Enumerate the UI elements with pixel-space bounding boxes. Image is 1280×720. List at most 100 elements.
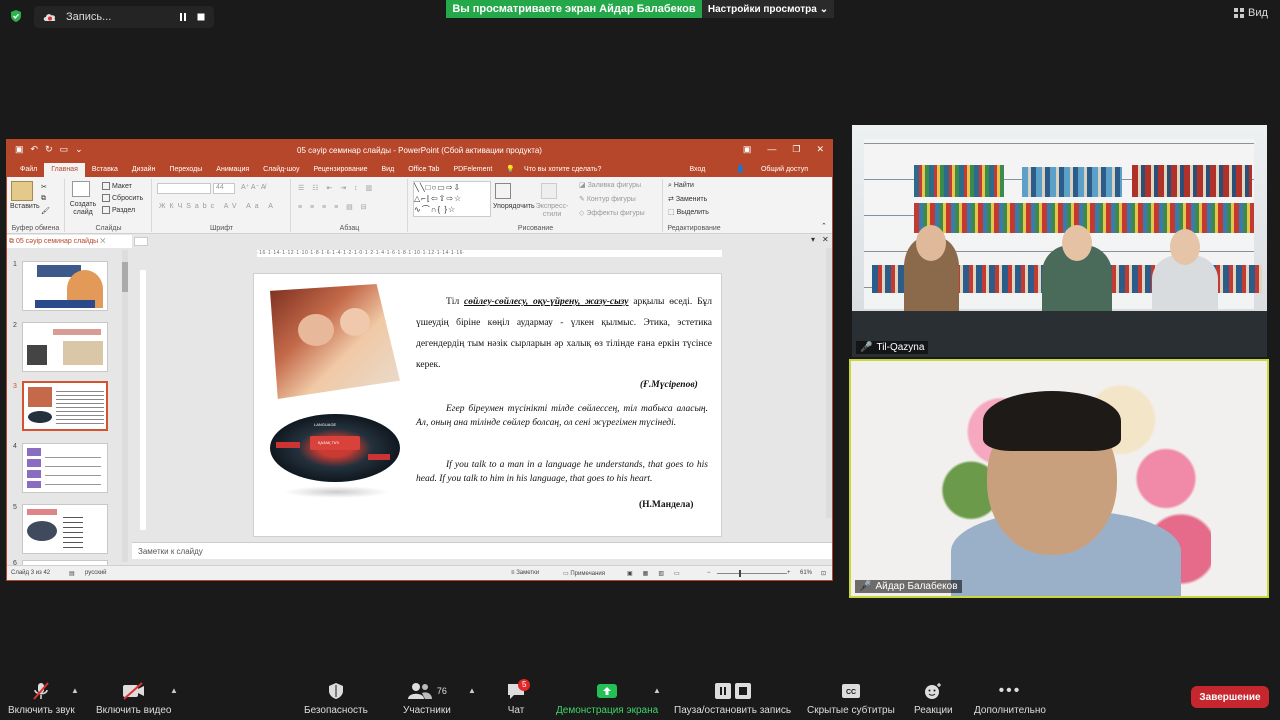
cut-icon[interactable]: ✂: [41, 183, 47, 191]
list-buttons[interactable]: ☰ ☷ ⇤ ⇥ ↕ ▥: [298, 184, 375, 192]
participant-tile-til-qazyna[interactable]: 🎤 Til-Qazyna: [852, 125, 1267, 357]
audio-options-caret-icon[interactable]: ▲: [71, 686, 79, 695]
zoom-slider-thumb[interactable]: [739, 570, 741, 577]
fit-to-window-icon[interactable]: ⊡: [821, 570, 826, 577]
reactions-button[interactable]: Реакции: [914, 680, 953, 716]
copy-icon[interactable]: ⧉: [41, 195, 46, 203]
grow-shrink-font-icons[interactable]: A⁺ A⁻ A̸: [241, 183, 266, 191]
reset-button[interactable]: Сбросить: [102, 194, 143, 202]
tab-view[interactable]: Вид: [375, 163, 402, 177]
quick-styles-button[interactable]: Экспресс-стили: [535, 203, 569, 219]
security-button[interactable]: Безопасность: [304, 680, 368, 716]
new-slide-icon[interactable]: [72, 181, 90, 197]
arrange-icon[interactable]: [495, 183, 511, 199]
shapes-gallery[interactable]: ╲╲□○▭⇨⇩ △⌐⌊⇦⇧⇨☆ ∿⌒∩{ }☆: [413, 181, 491, 217]
customize-qat-icon[interactable]: ⌄: [75, 144, 83, 155]
slide-thumbnail-1[interactable]: [22, 261, 108, 311]
stop-recording-icon[interactable]: [196, 12, 206, 22]
tab-office-tab[interactable]: Office Tab: [401, 163, 446, 177]
current-slide[interactable]: LANGUAGE ҚАЗАҚ ТІЛІ Тіл сөйлеу-сөйлесу, …: [253, 273, 722, 537]
tab-pdfelement[interactable]: PDFelement: [446, 163, 499, 177]
tab-transitions[interactable]: Переходы: [162, 163, 209, 177]
font-format-buttons[interactable]: ЖКЧSabc AV Aa A: [159, 203, 277, 210]
collapse-ribbon-icon[interactable]: ⌃: [821, 222, 827, 230]
view-button[interactable]: Вид: [1234, 7, 1268, 19]
layout-button[interactable]: Макет: [102, 182, 132, 190]
slide-thumbnail-3-selected[interactable]: [22, 381, 108, 431]
close-icon[interactable]: ✕: [816, 144, 824, 155]
tab-file[interactable]: Файл: [13, 163, 44, 177]
zoom-level[interactable]: 61%: [800, 570, 812, 576]
tab-animation[interactable]: Анимация: [209, 163, 256, 177]
participants-button[interactable]: 76 Участники: [403, 680, 451, 716]
tab-home[interactable]: Главная: [44, 163, 85, 177]
font-name-input[interactable]: [157, 183, 211, 194]
save-icon[interactable]: ▣: [15, 144, 24, 155]
thumbnails-scrollbar[interactable]: [122, 250, 128, 562]
share-button[interactable]: 👤 Общий доступ: [722, 163, 822, 177]
close-document-icon[interactable]: ✕: [822, 235, 829, 244]
comments-toggle[interactable]: ▭ Примечания: [563, 570, 605, 577]
slide-notes[interactable]: Заметки к слайду: [132, 542, 832, 559]
view-settings-menu[interactable]: Настройки просмотра ⌄: [702, 0, 834, 18]
undo-icon[interactable]: ↶: [31, 144, 39, 155]
zoom-out-icon[interactable]: −: [707, 570, 711, 576]
pause-recording-icon[interactable]: [178, 12, 188, 22]
start-slideshow-icon[interactable]: ▭: [60, 144, 69, 155]
notes-toggle[interactable]: ≡ Заметки: [511, 570, 539, 576]
tab-review[interactable]: Рецензирование: [306, 163, 374, 177]
view-mode-buttons[interactable]: ▣▦▥▭: [627, 570, 690, 577]
security-shield-icon[interactable]: [9, 9, 23, 23]
ppt-title-bar: ▣ ↶ ↻ ▭ ⌄ 05 сәуір семинар слайды - Powe…: [7, 140, 832, 161]
unmute-audio-button[interactable]: Включить звук: [8, 680, 75, 716]
more-button[interactable]: ••• Дополнительно: [974, 680, 1046, 716]
select-button[interactable]: ⬚ Выделить: [668, 208, 709, 216]
section-button[interactable]: Раздел: [102, 206, 135, 214]
share-screen-button[interactable]: Демонстрация экрана: [556, 680, 658, 716]
zoom-in-icon[interactable]: +: [787, 570, 791, 576]
participant-tile-active-speaker[interactable]: 🎤 Айдар Балабеков: [849, 359, 1269, 598]
tab-list-dropdown-icon[interactable]: ▾: [811, 235, 815, 244]
tab-insert[interactable]: Вставка: [85, 163, 125, 177]
shape-outline-button[interactable]: ✎ Контур фигуры: [579, 195, 636, 203]
slide-scrollbar[interactable]: [826, 248, 832, 518]
tab-design[interactable]: Дизайн: [125, 163, 163, 177]
format-painter-icon[interactable]: 🖌: [41, 207, 50, 215]
quick-styles-icon[interactable]: [541, 183, 557, 199]
restore-icon[interactable]: ❐: [792, 144, 800, 155]
shape-fill-button[interactable]: ◪ Заливка фигуры: [579, 181, 641, 189]
login-link[interactable]: Вход: [682, 163, 712, 177]
language-status[interactable]: русский: [85, 570, 107, 576]
scroll-thumb[interactable]: [122, 262, 128, 292]
end-meeting-button[interactable]: Завершение: [1191, 686, 1269, 708]
tell-me-search[interactable]: 💡 Что вы хотите сделать?: [499, 163, 615, 177]
pause-stop-record-button[interactable]: Пауза/остановить запись: [674, 680, 791, 716]
close-tab-icon[interactable]: ✕: [100, 238, 105, 245]
video-options-caret-icon[interactable]: ▲: [170, 686, 178, 695]
closed-captions-button[interactable]: CC Скрытые субтитры: [807, 680, 895, 716]
document-tab[interactable]: ⧉ 05 сәуір семинар слайды ✕: [7, 235, 132, 248]
font-size-input[interactable]: 44: [213, 183, 235, 194]
start-video-button[interactable]: Включить видео: [96, 680, 172, 716]
ribbon-display-icon[interactable]: ▣: [743, 144, 752, 155]
paste-icon[interactable]: [11, 181, 33, 201]
shape-effects-button[interactable]: ◇ Эффекты фигуры: [579, 209, 645, 217]
arrange-button[interactable]: Упорядочить: [493, 203, 535, 210]
find-button[interactable]: ⌕ Найти: [668, 182, 694, 190]
participants-options-caret-icon[interactable]: ▲: [468, 686, 476, 695]
create-slide-button[interactable]: Создать слайд: [68, 201, 98, 217]
share-options-caret-icon[interactable]: ▲: [653, 686, 661, 695]
slide-thumbnail-2[interactable]: [22, 322, 108, 372]
zoom-slider[interactable]: [717, 573, 787, 574]
minimize-icon[interactable]: —: [767, 144, 776, 155]
align-buttons[interactable]: ≡ ≡ ≡ ≡ ▤ ⊟: [298, 203, 370, 211]
slide-thumbnail-5[interactable]: [22, 504, 108, 554]
redo-icon[interactable]: ↻: [45, 144, 53, 155]
spellcheck-icon[interactable]: ▤: [69, 570, 75, 577]
slide-thumbnail-4[interactable]: [22, 443, 108, 493]
paste-button[interactable]: Вставить: [10, 203, 40, 210]
new-tab-box[interactable]: [134, 237, 148, 246]
replace-button[interactable]: ⇄ Заменить: [668, 195, 707, 203]
tab-slideshow[interactable]: Слайд-шоу: [256, 163, 306, 177]
ribbon-tabs: Файл Главная Вставка Дизайн Переходы Ани…: [7, 161, 832, 177]
